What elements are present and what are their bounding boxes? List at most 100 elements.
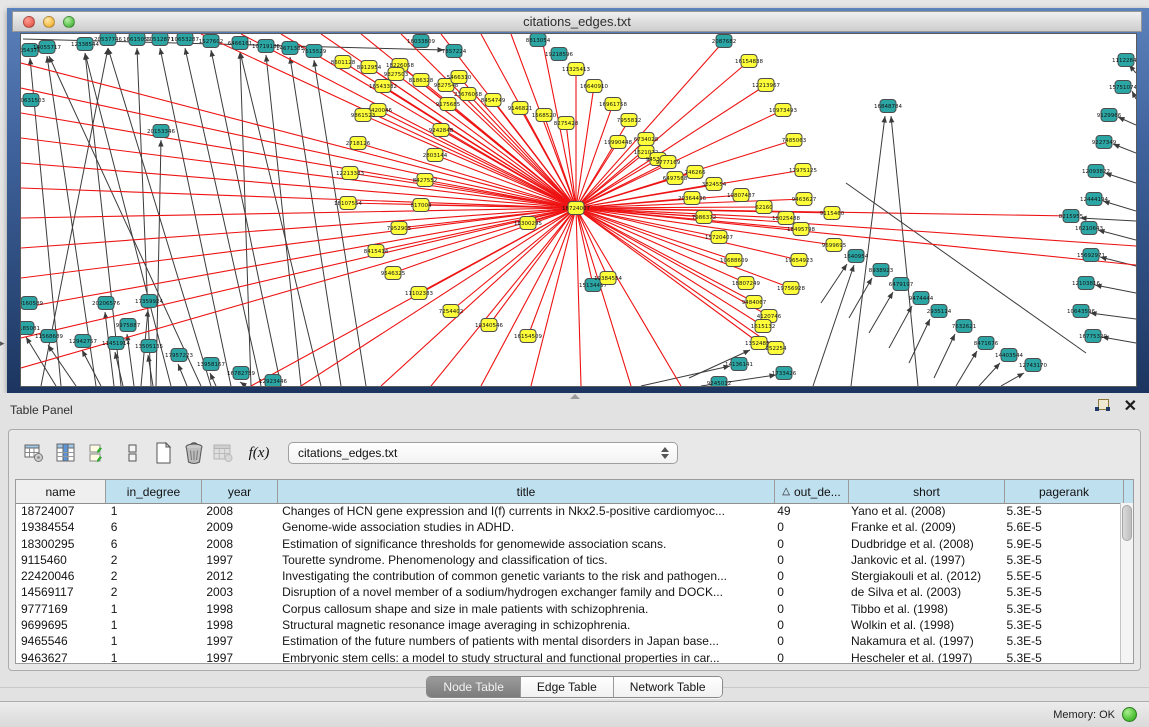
table-cell[interactable]: 1997 (201, 650, 277, 663)
network-edge[interactable] (576, 86, 594, 208)
network-edge[interactable] (869, 292, 893, 333)
table-cell[interactable]: 2012 (201, 568, 277, 584)
table-cell[interactable]: 5.3E-5 (1001, 601, 1120, 617)
network-view-window[interactable]: citations_edges.txt 20543771140557171233… (7, 8, 1149, 393)
column-header-year[interactable]: year (202, 480, 278, 503)
table-cell[interactable]: Wolkin et al. (1998) (846, 617, 1001, 633)
table-cell[interactable]: 9777169 (16, 601, 106, 617)
table-cell[interactable]: 6 (106, 519, 202, 535)
table-cell[interactable]: 2 (106, 584, 202, 600)
network-edge[interactable] (21, 208, 576, 218)
network-edge[interactable] (813, 265, 854, 386)
table-cell[interactable]: 5.3E-5 (1001, 584, 1120, 600)
table-cell[interactable]: Estimation of the future numbers of pati… (277, 633, 772, 649)
table-cell[interactable]: 5.5E-5 (1001, 568, 1120, 584)
table-cell[interactable]: 5.3E-5 (1001, 650, 1120, 663)
table-cell[interactable]: 5.3E-5 (1001, 503, 1120, 519)
network-edge[interactable] (576, 208, 681, 386)
table-cell[interactable]: Nakamura et al. (1997) (846, 633, 1001, 649)
table-row[interactable]: 1830029562008Estimation of significance … (16, 536, 1120, 552)
table-cell[interactable]: 1 (106, 503, 202, 519)
table-cell[interactable]: 9463627 (16, 650, 106, 663)
network-edge[interactable] (21, 208, 576, 278)
table-cell[interactable]: 1998 (201, 601, 277, 617)
table-cell[interactable]: 1 (106, 617, 202, 633)
network-edge[interactable] (21, 63, 576, 208)
network-edge[interactable] (240, 52, 251, 386)
table-cell[interactable]: 2009 (201, 519, 277, 535)
table-cell[interactable]: 5.6E-5 (1001, 519, 1120, 535)
table-cell[interactable]: 18300295 (16, 536, 106, 552)
network-edge[interactable] (576, 208, 1136, 246)
table-cell[interactable]: 0 (772, 568, 846, 584)
column-header-name[interactable]: name (16, 480, 106, 503)
delete-icon[interactable] (182, 441, 206, 465)
table-cell[interactable]: 5.9E-5 (1001, 536, 1120, 552)
table-cell[interactable]: 22420046 (16, 568, 106, 584)
table-cell[interactable]: Corpus callosum shape and size in male p… (277, 601, 772, 617)
table-row[interactable]: 1872400712008Changes of HCN gene express… (16, 503, 1120, 519)
table-cell[interactable]: 9465546 (16, 633, 106, 649)
table-cell[interactable]: Tibbo et al. (1998) (846, 601, 1001, 617)
network-edge[interactable] (531, 208, 576, 386)
table-row[interactable]: 2242004622012Investigating the contribut… (16, 568, 1120, 584)
table-cell[interactable]: Investigating the contribution of common… (277, 568, 772, 584)
table-cell[interactable]: 1 (106, 633, 202, 649)
table-cell[interactable]: 5.3E-5 (1001, 552, 1120, 568)
table-cell[interactable]: de Silva et al. (2003) (846, 584, 1001, 600)
network-edge[interactable] (137, 48, 151, 386)
table-row[interactable]: 946362711997Embryonic stem cells: a mode… (16, 650, 1120, 663)
table-cell[interactable]: 0 (772, 519, 846, 535)
close-panel-icon[interactable]: ✕ (1124, 400, 1137, 414)
network-graph[interactable]: 2054377114055717123385442053774616615059… (21, 34, 1136, 386)
table-cell[interactable]: 0 (772, 633, 846, 649)
table-cell[interactable]: Genome-wide association studies in ADHD. (277, 519, 772, 535)
table-cell[interactable]: 5.3E-5 (1001, 633, 1120, 649)
table-cell[interactable]: 6 (106, 536, 202, 552)
table-cell[interactable]: 1 (106, 650, 202, 663)
table-cell[interactable]: Yano et al. (2008) (846, 503, 1001, 519)
select-columns-icon[interactable] (86, 441, 110, 465)
table-cell[interactable]: 0 (772, 536, 846, 552)
table-cell[interactable]: 1997 (201, 633, 277, 649)
float-panel-icon[interactable] (1095, 399, 1110, 414)
table-cell[interactable]: 49 (772, 503, 846, 519)
network-edge[interactable] (381, 208, 576, 386)
table-cell[interactable]: 2 (106, 568, 202, 584)
table-cell[interactable]: Jankovic et al. (1997) (846, 552, 1001, 568)
vertical-scrollbar[interactable] (1120, 503, 1133, 663)
table-cell[interactable]: 2008 (201, 503, 277, 519)
table-row[interactable]: 946554611997Estimation of the future num… (16, 633, 1120, 649)
network-edge[interactable] (934, 334, 955, 378)
network-edge[interactable] (290, 57, 341, 386)
table-cell[interactable]: 2008 (201, 536, 277, 552)
table-cell[interactable]: 5.3E-5 (1001, 617, 1120, 633)
column-header-title[interactable]: title (278, 480, 775, 503)
new-file-icon[interactable] (151, 441, 175, 465)
network-edge[interactable] (576, 195, 741, 208)
table-cell[interactable]: 1 (106, 601, 202, 617)
network-edge[interactable] (266, 55, 301, 386)
row-height-icon[interactable] (121, 441, 145, 465)
table-row[interactable]: 1456911722003Disruption of a novel membe… (16, 584, 1120, 600)
network-edge[interactable] (576, 208, 593, 285)
table-cell[interactable]: 18724007 (16, 503, 106, 519)
table-cell[interactable]: Hescheler et al. (1997) (846, 650, 1001, 663)
column-header-pagerank[interactable]: pagerank (1005, 480, 1124, 503)
scrollbar-thumb[interactable] (1122, 505, 1132, 541)
network-edge[interactable] (26, 337, 56, 386)
table-cell[interactable]: Disruption of a novel member of a sodium… (277, 584, 772, 600)
tab-node-table[interactable]: Node Table (427, 677, 521, 697)
table-settings-icon[interactable] (22, 441, 46, 465)
import-table-icon[interactable] (211, 441, 235, 465)
table-cell[interactable]: Structural magnetic resonance image aver… (277, 617, 772, 633)
control-panel-expand-icon[interactable]: ▸ (0, 338, 5, 349)
tab-network-table[interactable]: Network Table (614, 677, 722, 697)
table-cell[interactable]: 0 (772, 552, 846, 568)
network-edge[interactable] (240, 52, 321, 386)
table-cell[interactable]: Franke et al. (2009) (846, 519, 1001, 535)
function-builder-icon[interactable]: f(x) (247, 441, 271, 465)
network-edge[interactable] (576, 208, 581, 386)
network-edge[interactable] (1090, 313, 1136, 319)
table-cell[interactable]: 14569117 (16, 584, 106, 600)
